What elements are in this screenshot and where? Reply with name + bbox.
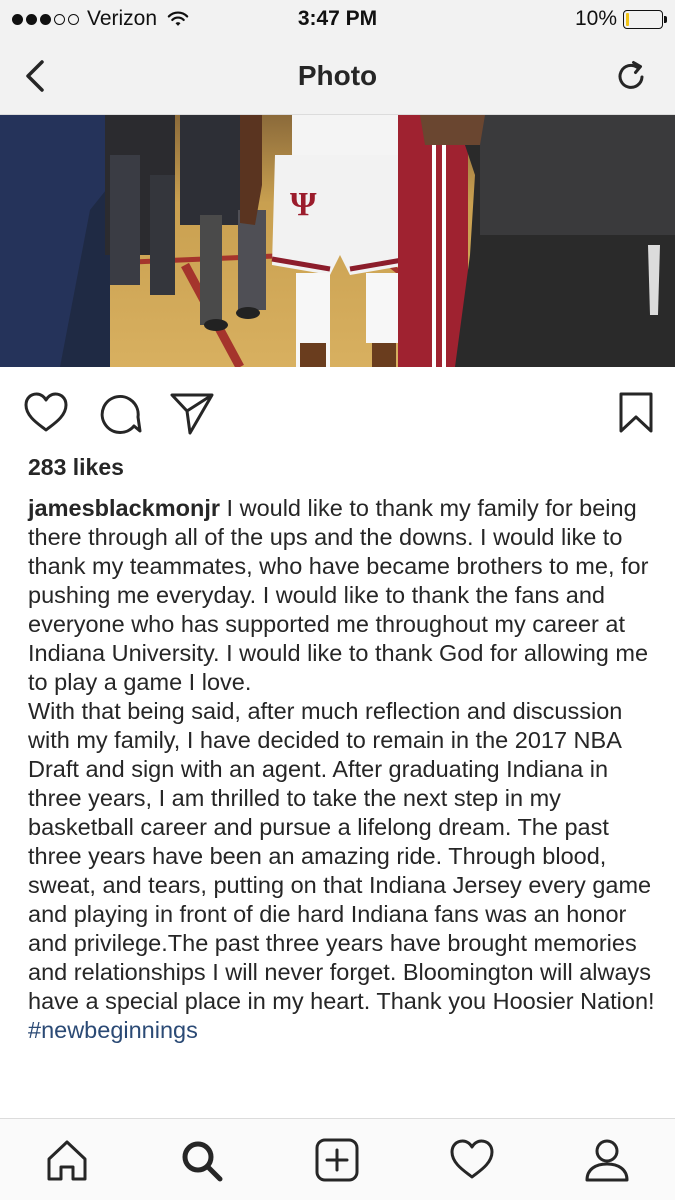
bookmark-icon[interactable] (612, 389, 660, 437)
home-icon[interactable] (44, 1137, 90, 1183)
signal-strength-icon (12, 13, 79, 25)
status-left: Verizon (12, 7, 189, 31)
comment-icon[interactable] (96, 389, 144, 437)
chevron-left-icon[interactable] (18, 56, 54, 96)
post-username[interactable]: jamesblackmonjr (28, 495, 220, 521)
wifi-icon (167, 11, 189, 26)
battery-percent: 10% (574, 7, 617, 30)
caption-text-2: With that being said, after much reflect… (28, 698, 655, 1014)
carrier-name: Verizon (87, 7, 158, 30)
add-post-icon[interactable] (314, 1137, 360, 1183)
activity-heart-icon[interactable] (449, 1137, 495, 1183)
basketball-photo-image: Ψ (0, 115, 675, 367)
caption-text-1: I would like to thank my family for bein… (28, 495, 649, 695)
caption-paragraph-2: With that being said, after much reflect… (28, 697, 658, 1045)
caption-paragraph-1: jamesblackmonjr I would like to thank my… (28, 494, 658, 697)
battery-level-fill (626, 12, 629, 26)
hashtag-link[interactable]: #newbeginnings (28, 1017, 198, 1043)
post-photo[interactable]: Ψ (0, 115, 675, 367)
status-right: 10% (574, 7, 667, 31)
bottom-tab-bar (0, 1118, 675, 1200)
post-caption: jamesblackmonjr I would like to thank my… (28, 494, 658, 1045)
likes-count[interactable]: 283 likes (28, 454, 124, 481)
share-icon[interactable] (168, 389, 216, 437)
profile-icon[interactable] (584, 1137, 630, 1183)
post-actions (0, 385, 675, 441)
status-bar: Verizon 3:47 PM 10% (0, 0, 675, 38)
heart-icon[interactable] (22, 389, 70, 437)
search-icon[interactable] (178, 1137, 224, 1183)
refresh-icon[interactable] (611, 56, 651, 96)
page-title: Photo (297, 60, 378, 91)
battery-icon (623, 9, 667, 29)
navigation-bar: Photo (0, 38, 675, 115)
svg-text:Ψ: Ψ (290, 186, 317, 223)
